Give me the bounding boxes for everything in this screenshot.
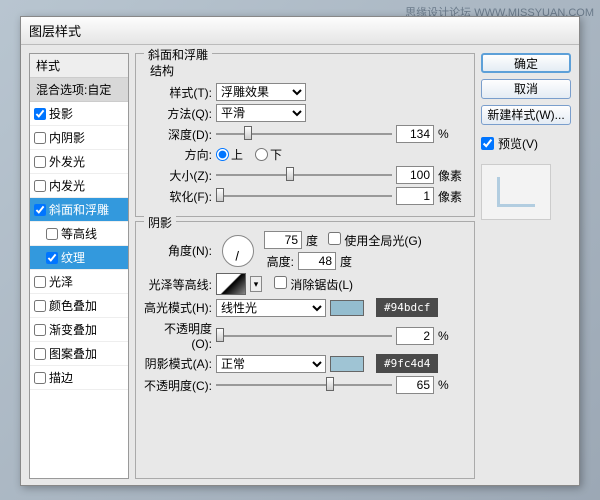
- sidebar-item-4[interactable]: 斜面和浮雕: [30, 198, 128, 222]
- highlight-mode-label: 高光模式(H):: [144, 299, 212, 316]
- layer-style-dialog: 图层样式 样式 混合选项:自定 投影内阴影外发光内发光斜面和浮雕等高线纹理光泽颜…: [20, 16, 580, 486]
- highlight-opacity-input[interactable]: 2: [396, 327, 434, 345]
- sidebar-item-label: 光泽: [49, 273, 73, 290]
- sidebar-checkbox[interactable]: [34, 204, 46, 216]
- sidebar-header: 样式: [30, 54, 128, 78]
- button-column: 确定 取消 新建样式(W)... 预览(V): [481, 53, 571, 479]
- gloss-contour[interactable]: [216, 273, 246, 295]
- sidebar-checkbox[interactable]: [34, 108, 46, 120]
- highlight-opacity-slider[interactable]: [216, 327, 392, 345]
- sidebar-item-label: 渐变叠加: [49, 321, 97, 338]
- angle-input[interactable]: 75: [264, 231, 302, 249]
- soften-unit: 像素: [438, 188, 466, 205]
- sidebar-item-7[interactable]: 光泽: [30, 270, 128, 294]
- sidebar-checkbox[interactable]: [34, 132, 46, 144]
- size-unit: 像素: [438, 167, 466, 184]
- shadow-opacity-unit: %: [438, 378, 466, 392]
- angle-dial[interactable]: [222, 235, 254, 267]
- sidebar-checkbox[interactable]: [34, 156, 46, 168]
- sidebar-checkbox[interactable]: [34, 348, 46, 360]
- sidebar-item-9[interactable]: 渐变叠加: [30, 318, 128, 342]
- global-light-checkbox[interactable]: 使用全局光(G): [328, 232, 422, 249]
- highlight-color-swatch[interactable]: [330, 300, 364, 316]
- sidebar-checkbox[interactable]: [34, 372, 46, 384]
- sidebar-item-label: 投影: [49, 105, 73, 122]
- preview-checkbox[interactable]: 预览(V): [481, 135, 571, 152]
- dialog-title: 图层样式: [21, 17, 579, 45]
- altitude-input[interactable]: 48: [298, 252, 336, 270]
- highlight-color-tag: #94bdcf: [376, 298, 438, 317]
- sidebar-item-3[interactable]: 内发光: [30, 174, 128, 198]
- shading-heading: 阴影: [144, 214, 176, 231]
- highlight-opacity-unit: %: [438, 329, 466, 343]
- soften-input[interactable]: 1: [396, 187, 434, 205]
- sidebar-item-0[interactable]: 投影: [30, 102, 128, 126]
- style-label: 样式(T):: [144, 84, 212, 101]
- shadow-mode-select[interactable]: 正常: [216, 355, 326, 373]
- depth-slider[interactable]: [216, 125, 392, 143]
- sidebar-item-label: 描边: [49, 369, 73, 386]
- sidebar-item-label: 内发光: [49, 177, 85, 194]
- size-label: 大小(Z):: [144, 167, 212, 184]
- sidebar-item-6[interactable]: 纹理: [30, 246, 128, 270]
- antialias-checkbox[interactable]: 消除锯齿(L): [274, 276, 353, 293]
- structure-heading: 结构: [150, 62, 466, 79]
- size-slider[interactable]: [216, 166, 392, 184]
- sidebar-item-8[interactable]: 颜色叠加: [30, 294, 128, 318]
- technique-select[interactable]: 平滑: [216, 104, 306, 122]
- direction-up[interactable]: 上: [216, 146, 243, 163]
- direction-down[interactable]: 下: [255, 146, 282, 163]
- angle-label: 角度(N):: [144, 242, 212, 259]
- highlight-mode-select[interactable]: 线性光: [216, 299, 326, 317]
- sidebar-item-5[interactable]: 等高线: [30, 222, 128, 246]
- main-panel: 斜面和浮雕 结构 样式(T):浮雕效果 方法(Q):平滑 深度(D):134% …: [135, 53, 475, 479]
- style-select[interactable]: 浮雕效果: [216, 83, 306, 101]
- sidebar-checkbox[interactable]: [46, 228, 58, 240]
- shadow-opacity-label: 不透明度(C):: [144, 377, 212, 394]
- sidebar-item-11[interactable]: 描边: [30, 366, 128, 390]
- sidebar-item-label: 颜色叠加: [49, 297, 97, 314]
- sidebar-item-label: 外发光: [49, 153, 85, 170]
- sidebar-checkbox[interactable]: [46, 252, 58, 264]
- shadow-color-tag: #9fc4d4: [376, 354, 438, 373]
- sidebar-checkbox[interactable]: [34, 180, 46, 192]
- shadow-opacity-slider[interactable]: [216, 376, 392, 394]
- gloss-label: 光泽等高线:: [144, 276, 212, 293]
- cancel-button[interactable]: 取消: [481, 79, 571, 99]
- soften-label: 软化(F):: [144, 188, 212, 205]
- highlight-opacity-label: 不透明度(O):: [144, 320, 212, 351]
- direction-label: 方向:: [144, 146, 212, 163]
- technique-label: 方法(Q):: [144, 105, 212, 122]
- sidebar-item-2[interactable]: 外发光: [30, 150, 128, 174]
- blend-options[interactable]: 混合选项:自定: [30, 78, 128, 102]
- sidebar-item-label: 纹理: [61, 249, 85, 266]
- altitude-label: 高度:: [264, 253, 294, 270]
- depth-input[interactable]: 134: [396, 125, 434, 143]
- sidebar-checkbox[interactable]: [34, 300, 46, 312]
- ok-button[interactable]: 确定: [481, 53, 571, 73]
- shadow-color-swatch[interactable]: [330, 356, 364, 372]
- new-style-button[interactable]: 新建样式(W)...: [481, 105, 571, 125]
- sidebar-item-10[interactable]: 图案叠加: [30, 342, 128, 366]
- chevron-down-icon[interactable]: ▾: [250, 276, 262, 292]
- size-input[interactable]: 100: [396, 166, 434, 184]
- sidebar-item-label: 内阴影: [49, 129, 85, 146]
- panel-title: 斜面和浮雕: [144, 46, 212, 63]
- sidebar-checkbox[interactable]: [34, 324, 46, 336]
- altitude-unit: 度: [340, 253, 352, 270]
- soften-slider[interactable]: [216, 187, 392, 205]
- depth-unit: %: [438, 127, 466, 141]
- angle-unit: 度: [306, 232, 318, 249]
- sidebar-item-1[interactable]: 内阴影: [30, 126, 128, 150]
- sidebar-item-label: 斜面和浮雕: [49, 201, 109, 218]
- sidebar-checkbox[interactable]: [34, 276, 46, 288]
- depth-label: 深度(D):: [144, 126, 212, 143]
- preview-box: [481, 164, 551, 220]
- sidebar-item-label: 图案叠加: [49, 345, 97, 362]
- shadow-opacity-input[interactable]: 65: [396, 376, 434, 394]
- sidebar-item-label: 等高线: [61, 225, 97, 242]
- shadow-mode-label: 阴影模式(A):: [144, 355, 212, 372]
- styles-sidebar: 样式 混合选项:自定 投影内阴影外发光内发光斜面和浮雕等高线纹理光泽颜色叠加渐变…: [29, 53, 129, 479]
